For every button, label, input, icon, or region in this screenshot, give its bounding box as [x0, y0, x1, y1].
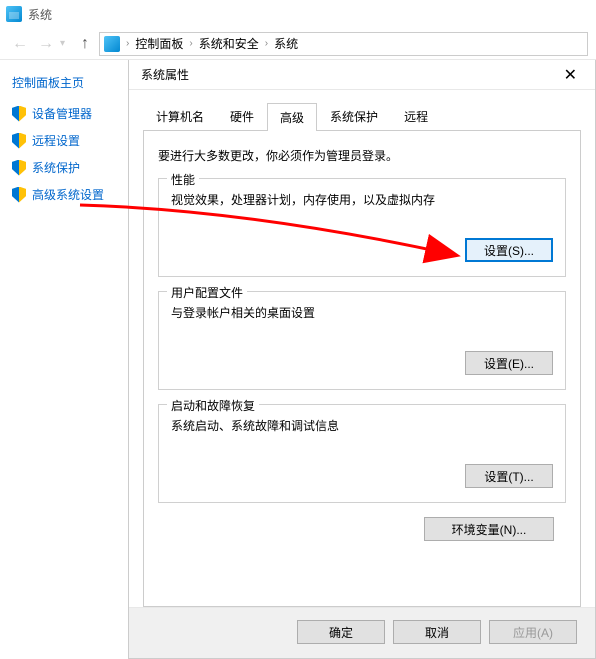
startup-settings-button[interactable]: 设置(T)...: [465, 464, 553, 488]
dialog-title: 系统属性: [141, 66, 189, 83]
breadcrumb-item[interactable]: 系统和安全: [199, 35, 259, 52]
tab-system-protection[interactable]: 系统保护: [317, 102, 391, 130]
cancel-button[interactable]: 取消: [393, 620, 481, 644]
window-titlebar: 系统: [0, 0, 596, 28]
user-profiles-settings-button[interactable]: 设置(E)...: [465, 351, 553, 375]
shield-icon: [12, 187, 26, 203]
user-profiles-description: 与登录帐户相关的桌面设置: [171, 304, 553, 321]
performance-section: 性能 视觉效果，处理器计划，内存使用，以及虚拟内存 设置(S)...: [158, 178, 566, 277]
tab-remote[interactable]: 远程: [391, 102, 441, 130]
shield-icon: [12, 133, 26, 149]
tab-advanced[interactable]: 高级: [267, 103, 317, 131]
sidebar-home-link[interactable]: 控制面板主页: [12, 74, 116, 91]
admin-notice: 要进行大多数更改，你必须作为管理员登录。: [158, 147, 566, 164]
system-icon: [104, 36, 120, 52]
sidebar-item-label: 设备管理器: [32, 105, 92, 122]
shield-icon: [12, 160, 26, 176]
startup-description: 系统启动、系统故障和调试信息: [171, 417, 553, 434]
sidebar-item-device-manager[interactable]: 设备管理器: [12, 105, 116, 122]
window-title: 系统: [28, 6, 52, 23]
explorer-navbar: ← → ▾ ↑ › 控制面板 › 系统和安全 › 系统: [0, 28, 596, 60]
user-profiles-section: 用户配置文件 与登录帐户相关的桌面设置 设置(E)...: [158, 291, 566, 390]
apply-button[interactable]: 应用(A): [489, 620, 577, 644]
breadcrumb[interactable]: › 控制面板 › 系统和安全 › 系统: [99, 32, 588, 56]
user-profiles-legend: 用户配置文件: [167, 284, 247, 301]
history-dropdown-icon[interactable]: ▾: [60, 38, 65, 49]
sidebar-item-label: 系统保护: [32, 159, 80, 176]
environment-variables-button[interactable]: 环境变量(N)...: [424, 517, 554, 541]
forward-button[interactable]: →: [34, 32, 58, 56]
dialog-footer: 确定 取消 应用(A): [129, 607, 595, 658]
system-properties-dialog: 系统属性 ✕ 计算机名 硬件 高级 系统保护 远程 要进行大多数更改，你必须作为…: [128, 60, 596, 659]
chevron-right-icon: ›: [126, 38, 129, 49]
performance-settings-button[interactable]: 设置(S)...: [465, 238, 553, 262]
sidebar-item-label: 高级系统设置: [32, 186, 104, 203]
startup-legend: 启动和故障恢复: [167, 397, 259, 414]
tab-hardware[interactable]: 硬件: [217, 102, 267, 130]
performance-legend: 性能: [167, 171, 199, 188]
ok-button[interactable]: 确定: [297, 620, 385, 644]
chevron-right-icon: ›: [189, 38, 192, 49]
breadcrumb-item[interactable]: 控制面板: [135, 35, 183, 52]
startup-section: 启动和故障恢复 系统启动、系统故障和调试信息 设置(T)...: [158, 404, 566, 503]
system-icon: [6, 6, 22, 22]
close-button[interactable]: ✕: [556, 65, 585, 85]
up-button[interactable]: ↑: [73, 32, 97, 56]
tab-computer-name[interactable]: 计算机名: [143, 102, 217, 130]
sidebar-item-remote-settings[interactable]: 远程设置: [12, 132, 116, 149]
tab-content-advanced: 要进行大多数更改，你必须作为管理员登录。 性能 视觉效果，处理器计划，内存使用，…: [143, 131, 581, 607]
chevron-right-icon: ›: [265, 38, 268, 49]
back-button[interactable]: ←: [8, 32, 32, 56]
dialog-header: 系统属性 ✕: [129, 60, 595, 90]
performance-description: 视觉效果，处理器计划，内存使用，以及虚拟内存: [171, 191, 553, 208]
breadcrumb-item[interactable]: 系统: [274, 35, 298, 52]
sidebar-item-system-protection[interactable]: 系统保护: [12, 159, 116, 176]
tab-bar: 计算机名 硬件 高级 系统保护 远程: [143, 102, 581, 131]
sidebar-item-label: 远程设置: [32, 132, 80, 149]
shield-icon: [12, 106, 26, 122]
sidebar-item-advanced-settings[interactable]: 高级系统设置: [12, 186, 116, 203]
sidebar: 控制面板主页 设备管理器 远程设置 系统保护 高级系统设置: [0, 60, 128, 659]
